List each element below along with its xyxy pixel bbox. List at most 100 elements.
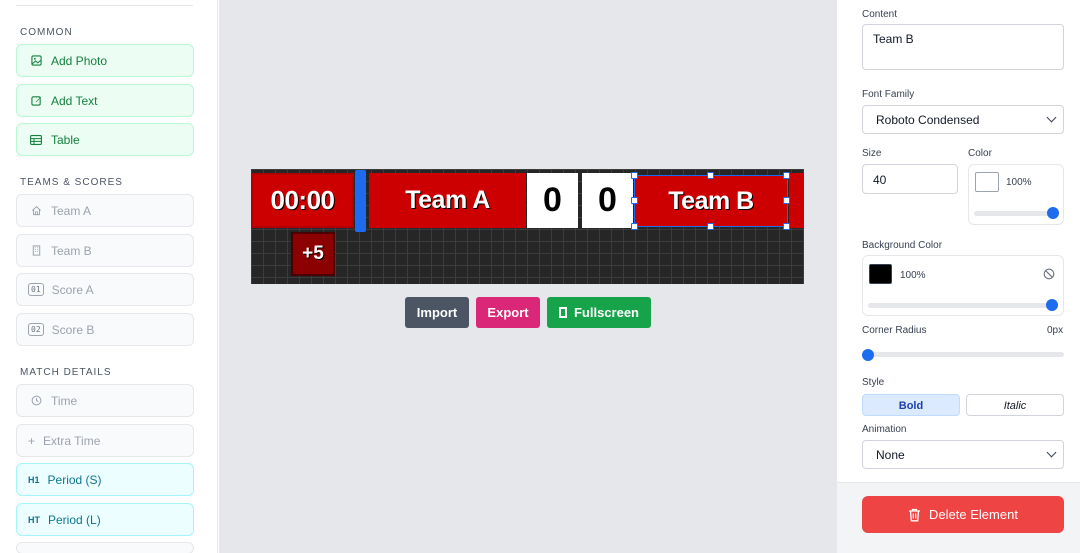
animation-value: None [876, 447, 905, 462]
font-family-select[interactable]: Roboto Condensed [862, 105, 1064, 134]
extra-time-label: Extra Time [43, 433, 101, 448]
color-opacity-thumb[interactable] [1047, 207, 1059, 219]
style-label: Style [862, 377, 885, 388]
team-b-label: Team B [51, 243, 92, 258]
clear-color-icon[interactable] [1043, 267, 1055, 285]
home-icon [28, 205, 44, 216]
timer-element[interactable]: 00:00 [251, 173, 354, 228]
canvas-actions: Import Export Fullscreen [405, 297, 651, 328]
image-icon [28, 55, 44, 66]
resize-handle-e[interactable] [783, 197, 790, 204]
background-color-card: 100% [862, 255, 1064, 316]
fullscreen-label: Fullscreen [573, 305, 639, 320]
score-a-element[interactable]: 0 [527, 173, 578, 228]
animation-select[interactable]: None [862, 440, 1064, 469]
clock-icon [28, 395, 44, 406]
italic-toggle[interactable]: Italic [966, 394, 1064, 416]
score-b-element[interactable]: 0 [582, 173, 633, 228]
resize-handle-nw[interactable] [631, 172, 638, 179]
size-label: Size [862, 148, 882, 159]
background-swatch[interactable] [869, 264, 892, 284]
section-title-teams: TEAMS & SCORES [20, 177, 123, 188]
background-opacity-slider[interactable] [868, 303, 1057, 308]
corner-radius-slider[interactable] [862, 352, 1064, 357]
font-family-label: Font Family [862, 89, 915, 100]
score-a-badge: 01 [28, 283, 44, 296]
score-b-label: Score B [51, 322, 95, 337]
background-opacity-thumb[interactable] [1046, 299, 1058, 311]
delete-element-label: Delete Element [929, 507, 1018, 522]
add-table-button[interactable]: Table [16, 123, 194, 156]
add-table-label: Table [51, 132, 80, 147]
period-long-label: Period (L) [48, 512, 101, 527]
table-icon [28, 134, 44, 145]
color-opacity-slider[interactable] [974, 211, 1057, 216]
panel-footer: Delete Element [837, 482, 1080, 553]
trash-icon [909, 508, 921, 521]
section-title-common: COMMON [20, 27, 73, 38]
score-a-button[interactable]: 01 Score A [16, 273, 194, 306]
period-long-prefix: HT [28, 514, 40, 525]
resize-handle-ne[interactable] [783, 172, 790, 179]
team-a-label: Team A [51, 203, 92, 218]
corner-radius-value: 0px [1047, 325, 1064, 336]
plus-icon: + [28, 433, 36, 448]
extra-time-button[interactable]: + Extra Time [16, 424, 194, 457]
score-b-button[interactable]: 02 Score B [16, 313, 194, 346]
bold-toggle[interactable]: Bold [862, 394, 960, 416]
chevron-down-icon [1046, 447, 1057, 458]
period-long-button[interactable]: HT Period (L) [16, 503, 194, 536]
period-short-button[interactable]: H1 Period (S) [16, 463, 194, 496]
edit-icon [28, 95, 44, 106]
background-opacity-value: 100% [900, 270, 926, 281]
color-swatch[interactable] [975, 172, 999, 192]
properties-panel: Content Team B Font Family Roboto Conden… [836, 0, 1080, 553]
color-picker-card: 100% [968, 164, 1064, 225]
divider [16, 5, 193, 6]
period-short-prefix: H1 [28, 474, 40, 485]
content-textarea[interactable]: Team B [862, 24, 1064, 70]
fullscreen-icon [559, 307, 567, 318]
period-short-label: Period (S) [47, 472, 102, 487]
add-photo-button[interactable]: Add Photo [16, 44, 194, 77]
background-color-label: Background Color [862, 240, 943, 251]
resize-handle-s[interactable] [707, 223, 714, 230]
score-a-label: Score A [51, 282, 94, 297]
fullscreen-button[interactable]: Fullscreen [547, 297, 651, 328]
extra-time-element[interactable]: +5 [291, 232, 335, 276]
scoreboard-bar: 00:00 Team A 0 0 Team B [251, 170, 804, 232]
team-a-button[interactable]: Team A [16, 194, 194, 227]
resize-handle-se[interactable] [783, 223, 790, 230]
bold-label: Bold [898, 400, 924, 412]
team-b-element-selected[interactable]: Team B [634, 175, 788, 227]
resize-handle-w[interactable] [631, 197, 638, 204]
resize-handle-n[interactable] [707, 172, 714, 179]
scoreboard-canvas[interactable]: 00:00 Team A 0 0 Team B +5 [251, 169, 804, 284]
canvas-workspace: 00:00 Team A 0 0 Team B +5 Import Export… [219, 0, 836, 553]
element-sidebar: COMMON Add Photo Add Text Table TEAMS & … [0, 0, 218, 553]
resize-handle-sw[interactable] [631, 223, 638, 230]
accent-bar-element[interactable] [355, 170, 366, 232]
right-red-edge [789, 173, 804, 228]
export-button[interactable]: Export [476, 297, 540, 328]
time-button[interactable]: Time [16, 384, 194, 417]
chevron-down-icon [1046, 112, 1057, 123]
content-label: Content [862, 9, 898, 20]
color-label: Color [968, 148, 992, 159]
add-text-button[interactable]: Add Text [16, 84, 194, 117]
team-b-button[interactable]: Team B [16, 234, 194, 267]
add-text-label: Add Text [51, 93, 98, 108]
add-photo-label: Add Photo [51, 53, 108, 68]
corner-radius-thumb[interactable] [862, 349, 874, 361]
time-label: Time [51, 393, 78, 408]
font-family-value: Roboto Condensed [876, 112, 980, 127]
import-button[interactable]: Import [405, 297, 469, 328]
size-input[interactable]: 40 [862, 164, 958, 194]
sidebar-item-partial[interactable] [16, 542, 194, 553]
delete-element-button[interactable]: Delete Element [862, 496, 1064, 533]
animation-label: Animation [862, 424, 907, 435]
color-opacity-value: 100% [1006, 177, 1032, 188]
building-icon [28, 245, 44, 256]
team-a-element[interactable]: Team A [369, 173, 526, 228]
italic-label: Italic [1003, 400, 1027, 412]
